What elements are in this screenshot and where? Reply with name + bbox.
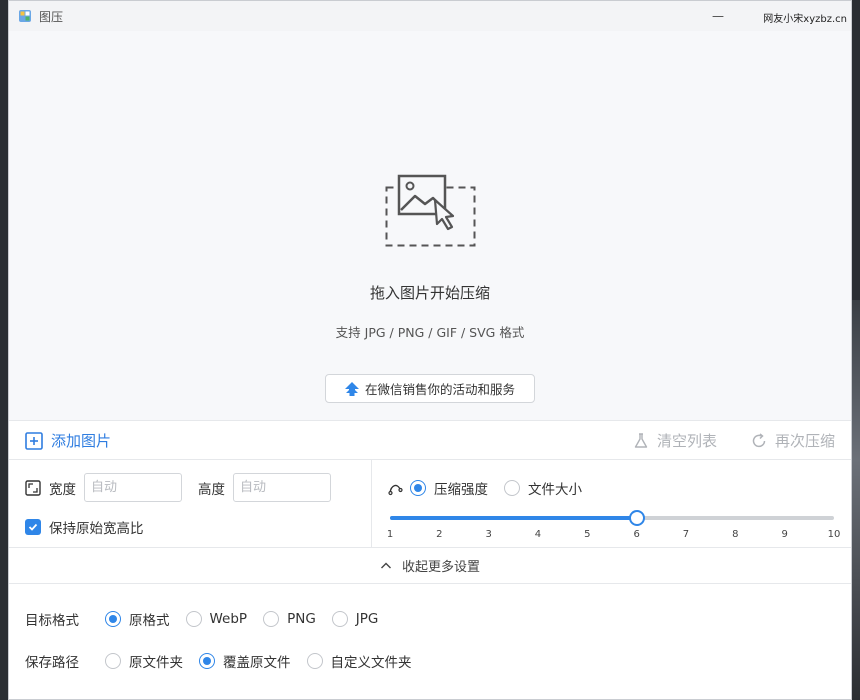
format-radio-png[interactable]	[263, 611, 280, 627]
recompress-button[interactable]: 再次压缩	[751, 430, 835, 451]
width-input[interactable]	[84, 473, 182, 502]
compression-slider[interactable]	[390, 510, 834, 526]
add-image-label: 添加图片	[51, 432, 112, 450]
height-label: 高度	[198, 481, 225, 498]
save-radio-original-folder[interactable]	[105, 653, 121, 669]
promo-label: 在微信销售你的活动和服务	[364, 382, 515, 397]
slider-ticks: 1 2 3 4 5 6 7 8 9 10	[386, 529, 841, 543]
resize-icon	[25, 479, 41, 496]
format-option-jpg: JPG	[355, 611, 379, 627]
slider-tick-label: 4	[534, 529, 542, 540]
window-title: 图压	[39, 9, 64, 24]
drop-subtitle: 支持 JPG / PNG / GIF / SVG 格式	[335, 325, 525, 340]
keep-ratio-label: 保持原始宽高比	[49, 521, 144, 537]
app-logo-icon	[19, 10, 31, 22]
slider-tick-label: 9	[781, 529, 788, 540]
slider-tick-label: 10	[827, 529, 841, 540]
height-input[interactable]	[233, 473, 331, 502]
slider-tick-label: 5	[584, 529, 591, 540]
upload-arrow-icon	[344, 381, 359, 396]
slider-tick-label: 6	[633, 529, 640, 540]
mode-size-radio[interactable]	[504, 480, 520, 496]
settings-panel: 宽度 高度 保持原始宽高比	[9, 460, 851, 548]
app-window: 图压 — 网友小宋xyzbz.cn 拖入图片开始压缩 支持 JPG / PNG …	[8, 0, 852, 700]
target-format-row: 目标格式 原格式 WebP PNG JPG	[25, 609, 394, 629]
format-option-png: PNG	[287, 611, 316, 627]
format-radio-jpg[interactable]	[331, 611, 348, 627]
slider-tick-label: 2	[436, 529, 443, 540]
compress-settings: 压缩强度 文件大小 1 2 3 4 5 6 7 8 9 10	[372, 460, 851, 547]
mode-strength-radio[interactable]	[410, 480, 426, 496]
curve-tool-icon	[388, 484, 403, 496]
save-radio-custom-folder[interactable]	[306, 653, 323, 669]
watermark-text: 网友小宋xyzbz.cn	[761, 10, 849, 25]
flask-icon	[634, 432, 648, 448]
clear-list-label: 清空列表	[656, 432, 717, 450]
title-bar: 图压 — 网友小宋xyzbz.cn	[9, 1, 851, 31]
resize-settings: 宽度 高度 保持原始宽高比	[9, 460, 372, 547]
add-image-button[interactable]: 添加图片	[25, 430, 111, 451]
collapse-settings-button[interactable]: 收起更多设置	[9, 548, 851, 584]
slider-fill	[390, 516, 637, 520]
refresh-icon	[752, 432, 766, 447]
minimize-button[interactable]: —	[695, 9, 741, 23]
drop-zone[interactable]: 拖入图片开始压缩 支持 JPG / PNG / GIF / SVG 格式	[9, 31, 851, 421]
save-radio-overwrite[interactable]	[199, 653, 215, 669]
clear-list-button[interactable]: 清空列表	[633, 430, 717, 451]
check-icon	[28, 523, 38, 531]
recompress-label: 再次压缩	[774, 432, 835, 450]
save-path-row: 保存路径 原文件夹 覆盖原文件 自定义文件夹	[25, 651, 428, 671]
slider-tick-label: 8	[732, 529, 739, 540]
format-option-original: 原格式	[129, 613, 170, 629]
keep-ratio-checkbox[interactable]	[25, 519, 41, 535]
drop-title: 拖入图片开始压缩	[369, 284, 490, 302]
slider-tick-label: 3	[485, 529, 492, 540]
image-drop-icon	[385, 174, 476, 247]
promo-button[interactable]: 在微信销售你的活动和服务	[325, 374, 535, 403]
slider-handle[interactable]	[628, 510, 645, 526]
target-format-label: 目标格式	[25, 613, 79, 629]
mode-size-label: 文件大小	[528, 482, 582, 498]
width-label: 宽度	[49, 481, 76, 498]
toolbar: 添加图片 清空列表 再次压缩	[9, 422, 851, 460]
save-option-custom-folder: 自定义文件夹	[330, 655, 412, 671]
chevron-up-icon	[380, 562, 391, 568]
slider-tick-label: 1	[386, 529, 394, 540]
format-radio-webp[interactable]	[185, 611, 202, 627]
format-radio-original[interactable]	[105, 611, 121, 627]
save-option-original-folder: 原文件夹	[129, 655, 183, 671]
save-path-label: 保存路径	[25, 655, 79, 671]
mode-strength-label: 压缩强度	[434, 482, 488, 498]
format-option-webp: WebP	[209, 611, 248, 627]
plus-square-icon	[25, 431, 43, 450]
save-option-overwrite: 覆盖原文件	[223, 655, 291, 671]
slider-tick-label: 7	[682, 529, 690, 540]
collapse-label: 收起更多设置	[401, 560, 480, 575]
